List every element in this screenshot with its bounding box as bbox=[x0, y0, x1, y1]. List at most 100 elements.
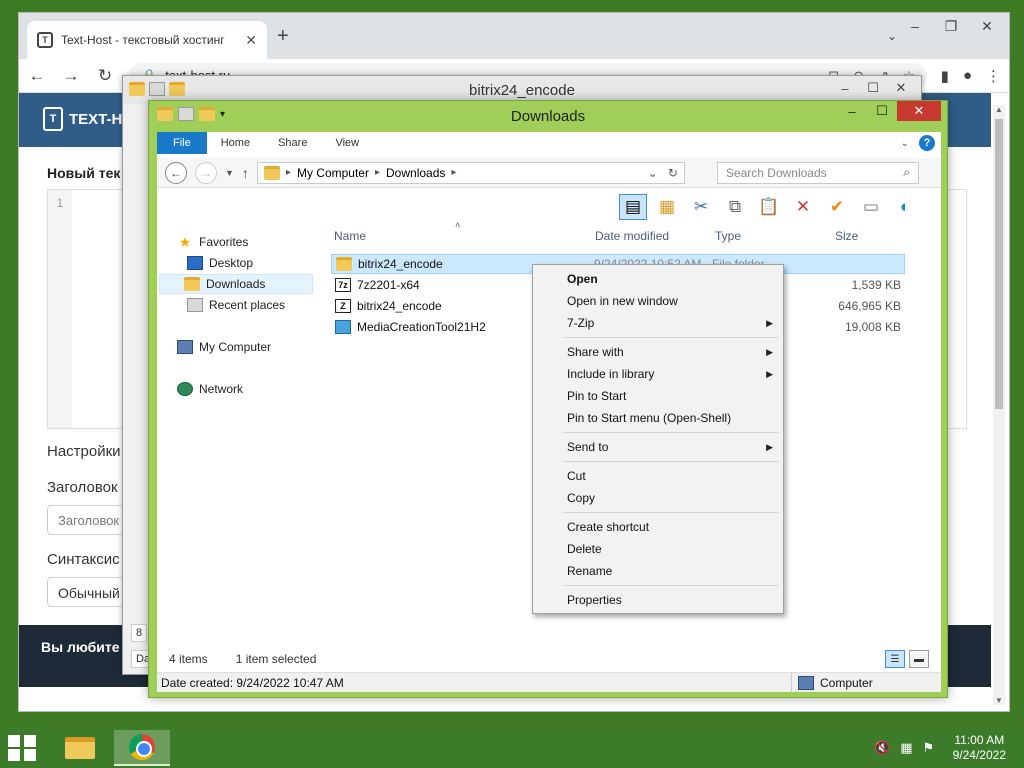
address-breadcrumb[interactable]: ▸ My Computer ▸ Downloads ▸ ⌄ ↻ bbox=[256, 161, 685, 184]
menu-include-in-library[interactable]: Include in library bbox=[567, 367, 654, 381]
side-panel-icon[interactable]: ▮ bbox=[941, 67, 949, 85]
menu-properties[interactable]: Properties bbox=[567, 593, 622, 607]
forward-arrow-icon[interactable]: → bbox=[61, 66, 81, 86]
menu-open[interactable]: Open bbox=[567, 272, 598, 286]
menu-copy[interactable]: Copy bbox=[567, 491, 595, 505]
properties-icon[interactable] bbox=[149, 82, 165, 96]
properties-check-icon[interactable]: ✔ bbox=[823, 194, 851, 220]
forward-icon[interactable]: → bbox=[195, 161, 217, 184]
column-type[interactable]: Type bbox=[715, 229, 741, 243]
refresh-icon[interactable]: ↻ bbox=[668, 166, 678, 180]
new-tab-icon[interactable]: + bbox=[277, 25, 289, 48]
menu-rename[interactable]: Rename bbox=[567, 564, 612, 578]
column-size[interactable]: Size bbox=[835, 229, 858, 243]
network-icon bbox=[177, 382, 193, 396]
settings-heading: Настройки bbox=[47, 443, 121, 460]
tab-view[interactable]: View bbox=[321, 132, 373, 154]
submenu-arrow-icon: ▶ bbox=[766, 369, 773, 379]
reload-icon[interactable]: ↻ bbox=[95, 66, 115, 86]
bitrix-window-title: bitrix24_encode bbox=[469, 81, 575, 99]
menu-7zip[interactable]: 7-Zip bbox=[567, 316, 594, 330]
address-dropdown-icon[interactable]: ⌄ bbox=[648, 166, 658, 180]
nav-my-computer[interactable]: My Computer bbox=[173, 337, 275, 357]
tab-share[interactable]: Share bbox=[264, 132, 321, 154]
new-folder-icon[interactable] bbox=[169, 82, 185, 96]
new-folder-icon[interactable] bbox=[199, 107, 215, 121]
menu-dots-icon[interactable]: ⋮ bbox=[986, 67, 1001, 85]
search-icon[interactable]: ⌕ bbox=[903, 165, 910, 180]
menu-pin-to-start-menu[interactable]: Pin to Start menu (Open-Shell) bbox=[567, 411, 731, 425]
search-placeholder: Search Downloads bbox=[725, 165, 827, 180]
profile-icon[interactable]: ● bbox=[963, 67, 972, 85]
file-name: bitrix24_encode bbox=[357, 299, 442, 313]
search-downloads-input[interactable]: Search Downloads ⌕ bbox=[716, 161, 919, 184]
breadcrumb-my-computer[interactable]: My Computer bbox=[297, 166, 369, 180]
minimize-icon[interactable]: – bbox=[831, 78, 859, 98]
maximize-icon[interactable]: ☐ bbox=[867, 101, 897, 121]
expand-ribbon-icon[interactable]: ⌄ bbox=[901, 138, 909, 149]
status-bar: 4 items 1 item selected ☰ ▬ bbox=[157, 648, 941, 670]
minimize-icon[interactable]: – bbox=[897, 13, 933, 39]
downloads-title-bar[interactable]: ▾ Downloads – ☐ ✕ bbox=[149, 101, 947, 131]
taskbar-chrome[interactable] bbox=[114, 730, 170, 766]
scroll-down-icon[interactable]: ▼ bbox=[993, 696, 1005, 705]
back-arrow-icon[interactable]: ← bbox=[27, 66, 47, 86]
menu-pin-to-start[interactable]: Pin to Start bbox=[567, 389, 626, 403]
scroll-up-icon[interactable]: ▲ bbox=[993, 105, 1005, 114]
selection-count: 1 item selected bbox=[235, 652, 317, 666]
taskbar-clock[interactable]: 11:00 AM 9/24/2022 bbox=[953, 733, 1006, 763]
column-name[interactable]: Name bbox=[334, 229, 366, 243]
minimize-icon[interactable]: – bbox=[837, 101, 867, 121]
maximize-icon[interactable]: ❐ bbox=[933, 13, 969, 39]
details-view-icon[interactable]: ☰ bbox=[885, 650, 905, 668]
breadcrumb-downloads[interactable]: Downloads bbox=[386, 166, 445, 180]
scrollbar-thumb[interactable] bbox=[995, 119, 1003, 409]
nav-downloads[interactable]: Downloads bbox=[159, 274, 313, 294]
menu-create-shortcut[interactable]: Create shortcut bbox=[567, 520, 649, 534]
properties-icon[interactable] bbox=[178, 107, 194, 121]
large-icons-view-icon[interactable]: ▬ bbox=[909, 650, 929, 668]
up-arrow-icon[interactable]: ↑ bbox=[242, 165, 249, 181]
file-size: 19,008 KB bbox=[844, 320, 901, 334]
taskbar-file-explorer[interactable] bbox=[52, 730, 108, 766]
rename-icon[interactable]: ▭ bbox=[857, 194, 885, 220]
delete-icon[interactable]: ✕ bbox=[789, 194, 817, 220]
paste-icon[interactable]: 📋 bbox=[755, 194, 783, 220]
action-center-icon[interactable]: ⚑ bbox=[922, 740, 934, 756]
close-icon[interactable]: ✕ bbox=[969, 13, 1005, 39]
close-icon[interactable]: ✕ bbox=[887, 78, 915, 98]
tab-home[interactable]: Home bbox=[207, 132, 264, 154]
preview-pane-icon[interactable]: ▤ bbox=[619, 194, 647, 220]
tab-search-icon[interactable]: ⌄ bbox=[887, 29, 897, 43]
menu-share-with[interactable]: Share with bbox=[567, 345, 624, 359]
browser-tab[interactable]: T Text-Host - текстовый хостинг ✕ bbox=[27, 21, 267, 59]
ribbon-tabs: File Home Share View ⌄ ? bbox=[157, 132, 941, 154]
customize-chevron-icon[interactable]: ▾ bbox=[220, 109, 225, 120]
network-globe-icon[interactable]: ◐ bbox=[891, 194, 919, 220]
nav-recent-places[interactable]: Recent places bbox=[183, 295, 289, 315]
maximize-icon[interactable]: ☐ bbox=[859, 78, 887, 98]
network-status-icon[interactable]: ▦ bbox=[900, 740, 912, 756]
page-scrollbar[interactable]: ▲ ▼ bbox=[993, 105, 1005, 705]
close-icon[interactable]: ✕ bbox=[897, 101, 941, 121]
nav-favorites[interactable]: ★ Favorites bbox=[173, 232, 252, 252]
close-tab-icon[interactable]: ✕ bbox=[245, 32, 257, 49]
location-zone: Computer bbox=[791, 673, 941, 693]
menu-open-new-window[interactable]: Open in new window bbox=[567, 294, 678, 308]
folder-options-icon[interactable]: ▦ bbox=[653, 194, 681, 220]
help-icon[interactable]: ? bbox=[919, 135, 935, 151]
menu-cut[interactable]: Cut bbox=[567, 469, 586, 483]
column-date-modified[interactable]: Date modified bbox=[595, 229, 669, 243]
nav-desktop[interactable]: Desktop bbox=[183, 253, 257, 273]
menu-delete[interactable]: Delete bbox=[567, 542, 602, 556]
volume-muted-icon[interactable]: 🔇 bbox=[874, 740, 890, 756]
tab-file[interactable]: File bbox=[157, 132, 207, 154]
windows-start-icon[interactable] bbox=[6, 734, 40, 762]
recent-locations-icon[interactable]: ▼ bbox=[225, 168, 234, 178]
menu-send-to[interactable]: Send to bbox=[567, 440, 608, 454]
folder-icon bbox=[336, 257, 352, 271]
cut-icon[interactable]: ✂ bbox=[687, 194, 715, 220]
copy-icon[interactable]: ⧉ bbox=[721, 194, 749, 220]
nav-network[interactable]: Network bbox=[173, 379, 247, 399]
back-icon[interactable]: ← bbox=[165, 161, 187, 184]
